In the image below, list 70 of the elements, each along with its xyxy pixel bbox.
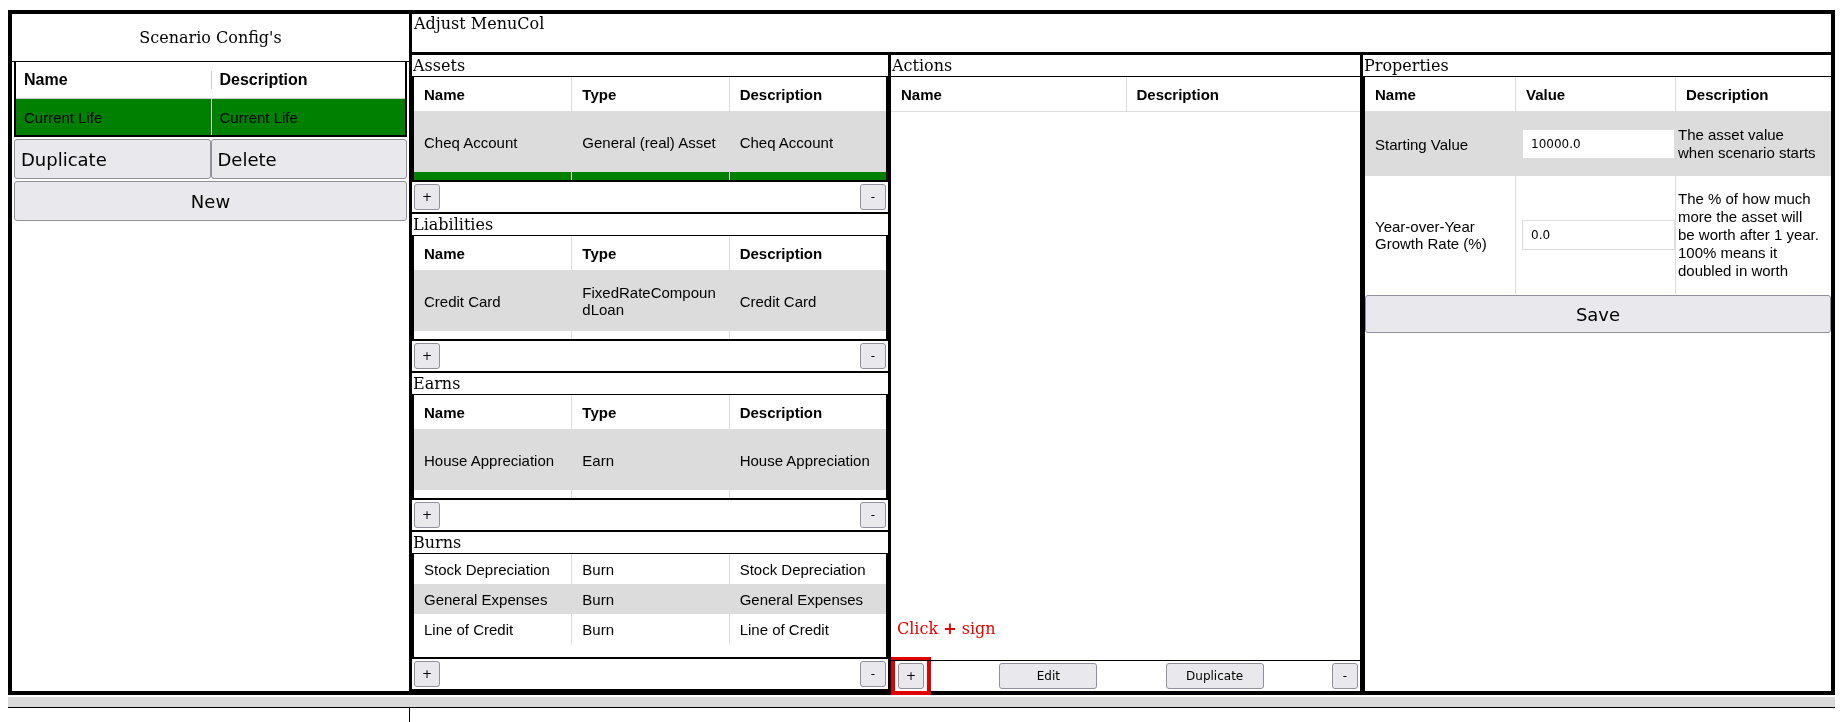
section-title: Assets: [413, 56, 466, 75]
splitter-bar[interactable]: [8, 697, 1835, 708]
column-header: Name: [23, 71, 69, 89]
table-cell-text: Current Life: [23, 107, 104, 128]
table-cell-text: House Appreciation: [423, 450, 556, 471]
table-cell-text: Stock Depreciation: [423, 559, 551, 580]
column-header: Description: [1675, 77, 1831, 111]
table-row[interactable]: Current Life Current Life: [16, 99, 405, 135]
table-cell-text: Cheq Account: [423, 132, 519, 153]
add-button[interactable]: +: [414, 661, 440, 687]
add-button[interactable]: +: [414, 502, 440, 528]
column-header: Name: [423, 243, 466, 264]
table-cell: Current Life: [210, 99, 405, 135]
section-title: Actions: [892, 56, 953, 75]
section-title: Properties: [1364, 56, 1449, 75]
action-button[interactable]: Edit: [999, 663, 1098, 689]
section-title: Liabilities: [413, 215, 494, 234]
table-row[interactable]: House Appreciation Earn House Appreciation: [414, 430, 886, 490]
add-button[interactable]: +: [898, 663, 924, 689]
add-button[interactable]: +: [414, 184, 440, 210]
table-row[interactable]: Line of Credit Burn Line of Credit: [414, 614, 886, 644]
column-header: Description: [210, 71, 405, 89]
panel-title: Scenario Config's: [12, 14, 409, 62]
column-header: Type: [571, 236, 729, 270]
remove-button[interactable]: -: [860, 343, 886, 369]
add-button[interactable]: +: [414, 343, 440, 369]
action-button[interactable]: Duplicate: [14, 139, 211, 179]
column-header: Name: [900, 84, 943, 105]
table-cell: Burn: [571, 614, 729, 644]
remove-button[interactable]: -: [860, 661, 886, 687]
input-field[interactable]: 0.0: [1522, 220, 1675, 250]
table-cell-text: Starting Value: [1374, 134, 1470, 155]
input-field[interactable]: 10000.0: [1522, 129, 1675, 159]
table-cell: Earn: [571, 430, 729, 490]
table-cell-text: Credit Card: [423, 291, 502, 312]
table-cell: Credit Card: [728, 271, 886, 331]
table-row[interactable]: Cheq Account General (real) Asset Cheq Account: [414, 112, 886, 172]
table-cell: General Expenses: [728, 584, 886, 614]
table-cell: Line of Credit: [728, 614, 886, 644]
table-cell: The % of how much more the asset will be worth after 1 year. 100% means it doubled in worth: [1675, 176, 1831, 294]
column-header: Description: [728, 236, 886, 270]
column-header: Value: [1515, 77, 1675, 111]
column-header: Type: [571, 395, 729, 429]
table-cell: House Appreciation: [728, 430, 886, 490]
editor-title: Adjust MenuCol: [412, 14, 1831, 55]
column-header: Type: [571, 77, 729, 111]
action-button[interactable]: Duplicate: [1165, 663, 1264, 689]
column-header: Name: [423, 402, 466, 423]
table-cell-text: General Expenses: [423, 589, 549, 610]
save-button[interactable]: Save: [1365, 295, 1831, 333]
column-header: Description: [728, 395, 886, 429]
table-cell: The asset value when scenario starts: [1675, 112, 1831, 176]
table-row[interactable]: General Expenses Burn General Expenses: [414, 584, 886, 614]
column-header: Description: [1125, 77, 1360, 111]
table-row[interactable]: Credit Card FixedRateCompoundLoan Credit Card: [414, 271, 886, 331]
new-button[interactable]: New: [14, 181, 407, 221]
table-cell: Burn: [571, 584, 729, 614]
section-title: Burns: [413, 533, 462, 552]
column-header: Description: [728, 77, 886, 111]
column-header: Name: [423, 84, 466, 105]
table-cell: FixedRateCompoundLoan: [571, 271, 729, 331]
action-button[interactable]: Delete: [210, 139, 407, 179]
annotation-text: Click + sign: [897, 619, 996, 638]
column-header: Name: [1374, 84, 1417, 105]
table-cell-text: Line of Credit: [423, 619, 515, 640]
table-cell-text: Year-over-Year Growth Rate (%): [1374, 217, 1488, 254]
remove-button[interactable]: -: [860, 184, 886, 210]
remove-button[interactable]: -: [860, 502, 886, 528]
action-button[interactable]: -: [1332, 663, 1358, 689]
section-title: Earns: [413, 374, 461, 393]
